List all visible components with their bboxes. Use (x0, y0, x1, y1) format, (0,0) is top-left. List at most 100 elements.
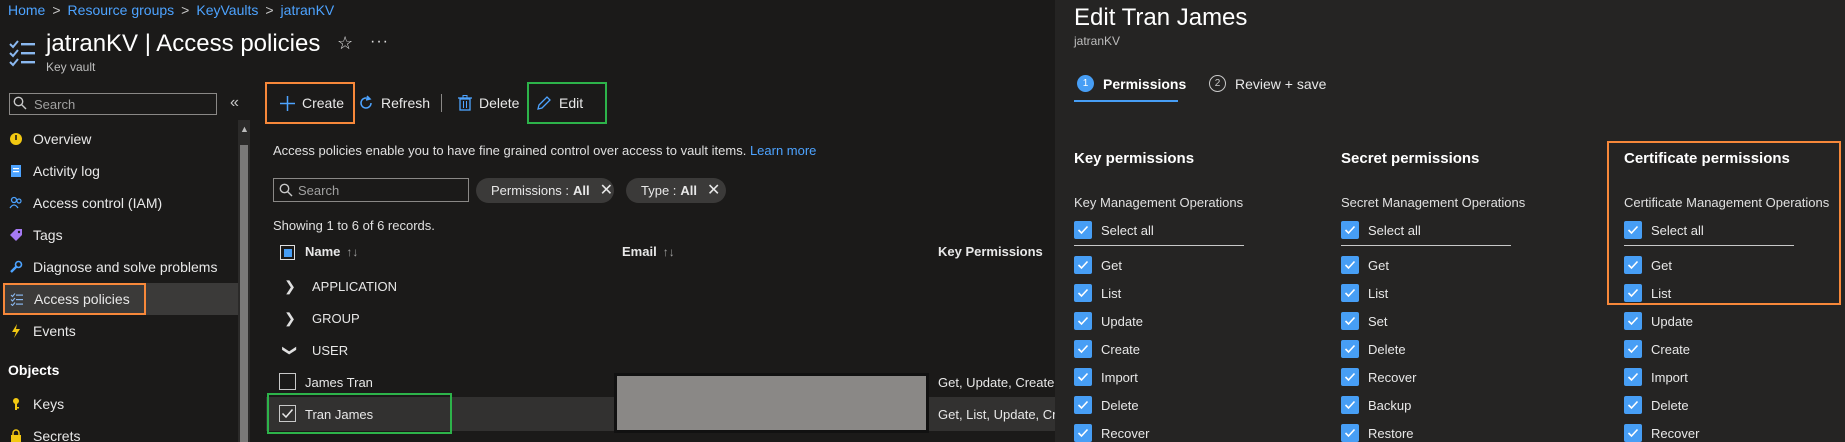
more-options-icon[interactable]: ··· (370, 33, 389, 51)
sidebar-item-events[interactable]: Events (0, 316, 236, 346)
key-permission-update-checkbox[interactable]: Update (1074, 311, 1143, 331)
sidebar-item-access-control[interactable]: Access control (IAM) (0, 188, 236, 218)
sidebar-item-tags[interactable]: Tags (0, 220, 236, 250)
column-header-name[interactable]: Name ↑↓ (305, 244, 358, 259)
row-key-permissions: Get, List, Update, Cr (938, 407, 1055, 422)
key-icon (9, 397, 23, 411)
records-count: Showing 1 to 6 of 6 records. (273, 218, 435, 233)
group-row-application[interactable]: ❯ APPLICATION (283, 275, 397, 297)
checkbox-label: Delete (1651, 397, 1689, 413)
sidebar-item-activity-log[interactable]: Activity log (0, 156, 236, 186)
row-name-tran-james[interactable]: Tran James (305, 407, 373, 422)
checkbox-label: Import (1651, 369, 1688, 385)
row-name-james-tran[interactable]: James Tran (305, 375, 373, 390)
sort-icon[interactable]: ↑↓ (346, 245, 358, 259)
sort-icon[interactable]: ↑↓ (663, 245, 675, 259)
edit-button[interactable]: Edit (536, 88, 583, 118)
secret-permission-recover-checkbox[interactable]: Recover (1341, 367, 1416, 387)
row-checkbox-checked[interactable] (279, 405, 296, 422)
panel-subtitle: jatranKV (1074, 34, 1121, 48)
checkbox-checked-icon (1074, 284, 1092, 302)
permissions-filter-pill[interactable]: Permissions : All ✕ (476, 178, 614, 203)
sidebar-item-label: Access control (IAM) (33, 195, 163, 211)
breadcrumb-jatrankv[interactable]: jatranKV (281, 2, 335, 18)
checkbox-checked-icon (1341, 256, 1359, 274)
active-step-indicator (1074, 100, 1178, 102)
sidebar-item-secrets[interactable]: Secrets (0, 421, 236, 442)
collapse-sidebar-icon[interactable]: « (230, 94, 239, 112)
sidebar-item-keys[interactable]: Keys (0, 389, 236, 419)
delete-button[interactable]: Delete (458, 88, 519, 118)
certificate-permission-recover-checkbox[interactable]: Recover (1624, 423, 1699, 442)
certificate-permission-delete-checkbox[interactable]: Delete (1624, 395, 1689, 415)
secret-permission-list-checkbox[interactable]: List (1341, 283, 1388, 303)
people-icon (9, 196, 23, 210)
step-number: 1 (1077, 75, 1094, 92)
secret-select-all-checkbox[interactable]: Select all (1341, 220, 1421, 240)
policy-list-icon (9, 40, 35, 67)
row-key-permissions: Get, Update, Create, (938, 375, 1055, 390)
step-permissions[interactable]: 1 Permissions (1077, 75, 1186, 92)
checkbox-checked-icon (1074, 396, 1092, 414)
sidebar-item-label: Keys (33, 396, 65, 412)
key-permission-import-checkbox[interactable]: Import (1074, 367, 1138, 387)
policy-search-input[interactable] (273, 178, 469, 202)
step-review-save[interactable]: 2 Review + save (1209, 75, 1326, 92)
secret-permission-backup-checkbox[interactable]: Backup (1341, 395, 1411, 415)
secret-permission-restore-checkbox[interactable]: Restore (1341, 423, 1414, 442)
certificate-highlight (1607, 141, 1841, 305)
certificate-permission-import-checkbox[interactable]: Import (1624, 367, 1688, 387)
breadcrumb-resource-groups[interactable]: Resource groups (68, 2, 175, 18)
create-button[interactable]: Create (280, 88, 344, 118)
key-permission-get-checkbox[interactable]: Get (1074, 255, 1122, 275)
group-label: GROUP (312, 310, 360, 326)
sidebar-scrollbar-thumb[interactable] (240, 145, 248, 442)
sidebar-item-overview[interactable]: Overview (0, 124, 236, 154)
checkbox-checked-icon (1074, 221, 1092, 239)
clear-filter-icon[interactable]: ✕ (707, 182, 720, 199)
row-checkbox[interactable] (279, 373, 296, 390)
refresh-button[interactable]: Refresh (358, 88, 430, 118)
checkbox-checked-icon (1074, 340, 1092, 358)
group-row-user[interactable]: ❯ USER (282, 339, 349, 361)
clear-filter-icon[interactable]: ✕ (600, 182, 613, 199)
secret-permission-set-checkbox[interactable]: Set (1341, 311, 1388, 331)
sidebar-item-diagnose[interactable]: Diagnose and solve problems (0, 252, 236, 282)
certificate-permission-create-checkbox[interactable]: Create (1624, 339, 1690, 359)
breadcrumb-separator: > (181, 2, 190, 18)
chevron-down-icon[interactable]: ❯ (282, 343, 299, 357)
group-row-group[interactable]: ❯ GROUP (283, 307, 360, 329)
checkbox-checked-icon (1341, 368, 1359, 386)
certificate-permission-update-checkbox[interactable]: Update (1624, 311, 1693, 331)
learn-more-link[interactable]: Learn more (750, 143, 816, 158)
scroll-up-icon[interactable]: ▲ (240, 124, 249, 134)
activity-log-icon (9, 164, 23, 178)
favorite-star-icon[interactable]: ☆ (337, 33, 353, 54)
filter-name: Type : (641, 183, 677, 198)
type-filter-pill[interactable]: Type : All ✕ (626, 178, 726, 203)
sidebar-group-objects: Objects (8, 362, 60, 378)
sidebar-search-input[interactable] (9, 93, 217, 115)
breadcrumb-separator: > (52, 2, 61, 18)
breadcrumb-keyvaults[interactable]: KeyVaults (196, 2, 258, 18)
select-all-rows-checkbox[interactable] (280, 245, 295, 260)
chevron-right-icon[interactable]: ❯ (283, 310, 297, 327)
key-permission-recover-checkbox[interactable]: Recover (1074, 423, 1149, 442)
sidebar-item-access-policies[interactable]: Access policies (3, 283, 146, 315)
key-permission-create-checkbox[interactable]: Create (1074, 339, 1140, 359)
secret-permission-get-checkbox[interactable]: Get (1341, 255, 1389, 275)
breadcrumb-home[interactable]: Home (8, 2, 45, 18)
key-select-all-checkbox[interactable]: Select all (1074, 220, 1154, 240)
refresh-button-label: Refresh (381, 95, 431, 111)
key-permission-delete-checkbox[interactable]: Delete (1074, 395, 1139, 415)
search-icon (279, 183, 293, 197)
azure-portal: Home > Resource groups > KeyVaults > jatranKV … (0, 0, 1845, 442)
chevron-right-icon[interactable]: ❯ (283, 278, 297, 295)
trash-icon (458, 95, 472, 111)
column-header-key-permissions[interactable]: Key Permissions (938, 244, 1043, 259)
key-permission-list-checkbox[interactable]: List (1074, 283, 1121, 303)
secret-permission-delete-checkbox[interactable]: Delete (1341, 339, 1406, 359)
sidebar-item-label: Secrets (33, 428, 81, 442)
column-header-email[interactable]: Email ↑↓ (622, 244, 675, 259)
column-header-label: Key Permissions (938, 244, 1043, 259)
